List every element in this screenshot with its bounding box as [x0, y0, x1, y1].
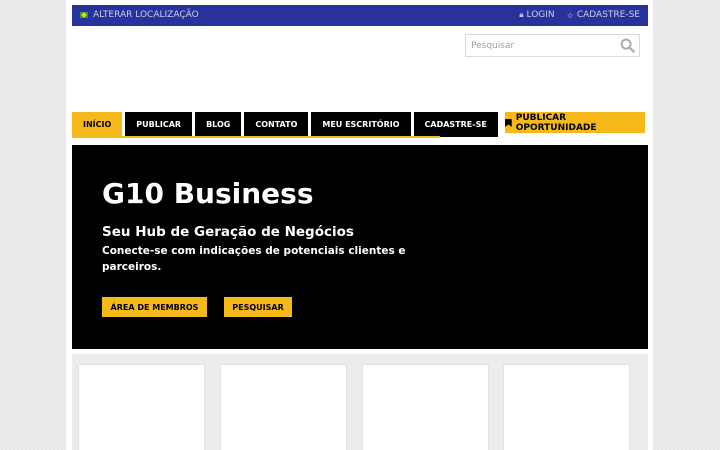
nav-item-blog[interactable]: BLOG	[195, 112, 242, 137]
change-location-label: ALTERAR LOCALIZAÇÃO	[93, 10, 199, 20]
signup-link[interactable]: ☆ CADASTRE-SE	[567, 10, 640, 20]
card[interactable]	[78, 364, 205, 450]
publish-opportunity-button[interactable]: PUBLICAR OPORTUNIDADE	[505, 112, 645, 133]
star-icon: ☆	[566, 10, 574, 20]
main-nav: INÍCIO PUBLICAR BLOG CONTATO MEU ESCRITÓ…	[72, 112, 498, 137]
change-location-link[interactable]: ALTERAR LOCALIZAÇÃO	[80, 10, 199, 20]
login-label: LOGIN	[526, 10, 555, 20]
nav-item-meu-escritorio[interactable]: MEU ESCRITÓRIO	[311, 112, 411, 137]
search-placeholder: Pesquisar	[471, 41, 515, 51]
hero-banner: G10 Business Seu Hub de Geração de Negóc…	[72, 145, 648, 349]
card[interactable]	[503, 364, 630, 450]
search-icon[interactable]	[620, 38, 635, 53]
search-input[interactable]: Pesquisar	[465, 34, 640, 57]
hero-title: G10 Business	[102, 177, 314, 210]
bookmark-icon	[505, 118, 512, 127]
nav-item-cadastre-se[interactable]: CADASTRE-SE	[413, 112, 498, 137]
members-area-button[interactable]: ÁREA DE MEMBROS	[102, 297, 207, 317]
hero-description: Conecte-se com indicações de potenciais …	[102, 245, 406, 273]
signup-label: CADASTRE-SE	[576, 10, 640, 20]
nav-item-publicar[interactable]: PUBLICAR	[125, 112, 193, 137]
brazil-flag-icon	[80, 12, 88, 18]
nav-item-inicio[interactable]: INÍCIO	[72, 112, 123, 137]
hero-subtitle: Seu Hub de Geração de Negócios	[102, 224, 354, 240]
publish-opportunity-label: PUBLICAR OPORTUNIDADE	[515, 112, 597, 133]
search-button[interactable]: PESQUISAR	[224, 297, 292, 317]
login-link[interactable]: 🔒︎ LOGIN	[519, 10, 554, 20]
lock-icon: 🔒︎	[519, 10, 524, 19]
cards-section	[72, 354, 648, 450]
nav-item-contato[interactable]: CONTATO	[244, 112, 309, 137]
nav-underline	[72, 136, 440, 138]
top-bar: ALTERAR LOCALIZAÇÃO 🔒︎ LOGIN ☆ CADASTRE-…	[72, 5, 648, 26]
card[interactable]	[362, 364, 489, 450]
card[interactable]	[220, 364, 347, 450]
